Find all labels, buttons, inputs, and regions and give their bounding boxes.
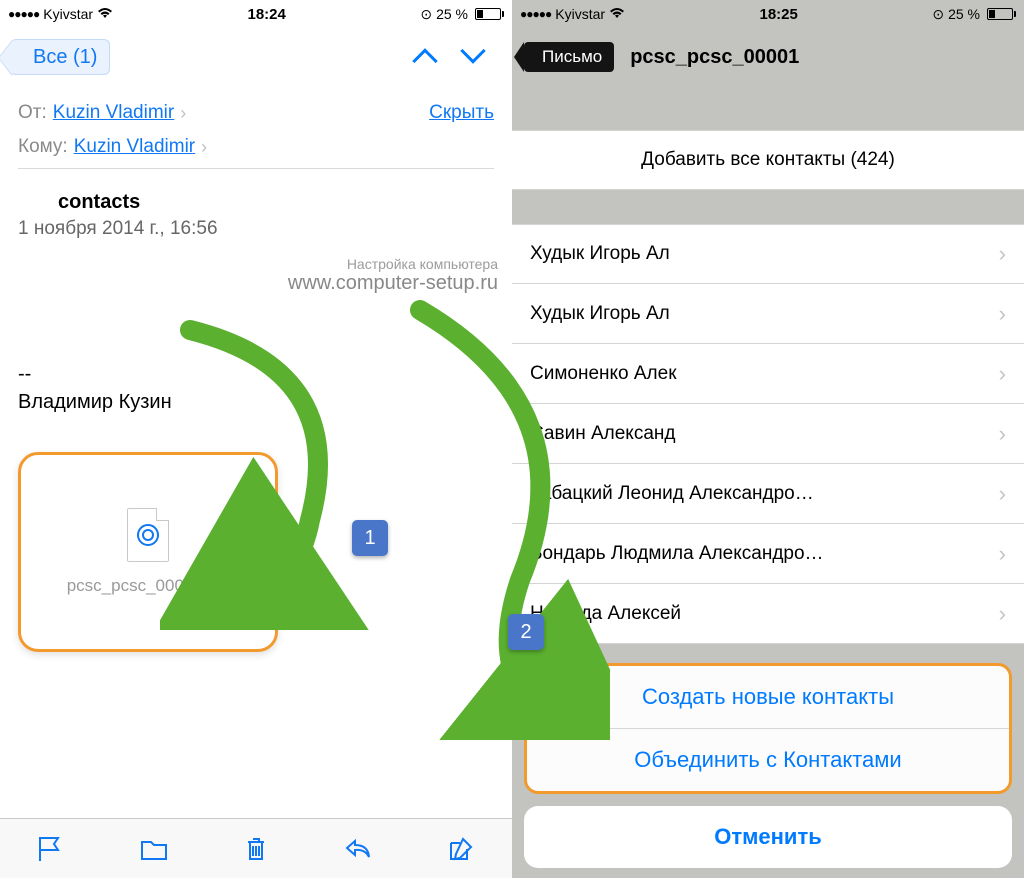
contact-name: Нищида Алексей [530, 603, 681, 625]
mail-body: -- Владимир Кузин [0, 340, 512, 436]
folder-icon[interactable] [139, 835, 169, 863]
to-value[interactable]: Kuzin Vladimir [74, 136, 195, 158]
contact-row[interactable]: Худык Игорь Ал › [512, 284, 1024, 344]
hide-button[interactable]: Скрыть [429, 102, 494, 124]
create-label: Создать новые контакты [642, 684, 894, 710]
contact-name: Симоненко Алек [530, 363, 677, 385]
contact-row[interactable]: Бондарь Людмила Александро… › [512, 524, 1024, 584]
chevron-right-icon: › [999, 421, 1006, 447]
from-value[interactable]: Kuzin Vladimir [53, 102, 174, 124]
nav-bar: Письмо pcsc_pcsc_00001 [512, 28, 1024, 86]
status-bar: ●●●●● Kyivstar 18:24 ⊙ 25 % [0, 0, 512, 28]
add-all-contacts-button[interactable]: Добавить все контакты (424) [512, 130, 1024, 190]
prev-message-button[interactable] [412, 48, 437, 73]
chevron-right-icon: › [180, 103, 186, 124]
chevron-right-icon: › [999, 481, 1006, 507]
contact-name: Бондарь Людмила Александро… [530, 543, 824, 565]
contact-name: Худык Игорь Ал [530, 303, 670, 325]
signature: Владимир Кузин [18, 388, 494, 416]
merge-contacts-button[interactable]: Объединить с Контактами [527, 729, 1009, 791]
cancel-label: Отменить [714, 824, 822, 850]
mail-header: От: Kuzin Vladimir › Скрыть Кому: Kuzin … [0, 86, 512, 187]
flag-icon[interactable] [36, 835, 66, 863]
battery-icon [984, 8, 1016, 20]
status-bar: ●●●●● Kyivstar 18:25 ⊙ 25 % [512, 0, 1024, 28]
attachment-name: pcsc_pcsc_00001.vcf [67, 576, 230, 596]
contact-name: Худык Игорь Ал [530, 243, 670, 265]
contact-row[interactable]: Савин Александ › [512, 404, 1024, 464]
from-label: От: [18, 102, 47, 124]
alarm-icon: ⊙ [420, 6, 432, 23]
action-sheet: Создать новые контакты Объединить с Конт… [524, 663, 1012, 868]
subject-block: contacts 1 ноября 2014 г., 16:56 [0, 187, 512, 250]
trash-icon[interactable] [241, 835, 271, 863]
chevron-right-icon: › [999, 361, 1006, 387]
battery-pct: 25 % [948, 6, 980, 22]
separator-line: -- [18, 360, 494, 388]
step-badge-1: 1 [352, 520, 388, 556]
carrier-label: Kyivstar [43, 6, 93, 22]
to-label: Кому: [18, 136, 68, 158]
subject: contacts [18, 191, 494, 214]
watermark-line1: Настройка компьютера [288, 256, 498, 272]
chevron-right-icon: › [999, 241, 1006, 267]
watermark-line2: www.computer-setup.ru [288, 272, 498, 295]
battery-pct: 25 % [436, 6, 468, 22]
signal-dots-icon: ●●●●● [8, 7, 39, 21]
carrier-label: Kyivstar [555, 6, 605, 22]
add-all-label: Добавить все контакты (424) [641, 149, 895, 171]
contact-name: Табацкий Леонид Александро… [530, 483, 814, 505]
contact-row[interactable]: Худык Игорь Ал › [512, 224, 1024, 284]
reply-icon[interactable] [343, 835, 373, 863]
back-label: Письмо [542, 47, 602, 67]
signal-dots-icon: ●●●●● [520, 7, 551, 21]
back-label: Все (1) [33, 46, 97, 69]
contact-list: Худык Игорь Ал›Худык Игорь Ал›Симоненко … [512, 224, 1024, 644]
cancel-button[interactable]: Отменить [524, 806, 1012, 868]
next-message-button[interactable] [460, 38, 485, 63]
chevron-right-icon: › [999, 601, 1006, 627]
mail-toolbar [0, 818, 512, 878]
battery-icon [472, 8, 504, 20]
contact-icon [137, 524, 159, 546]
status-time: 18:25 [760, 6, 798, 23]
create-new-contacts-button[interactable]: Создать новые контакты [527, 666, 1009, 728]
phone-left: ●●●●● Kyivstar 18:24 ⊙ 25 % Все (1) От: … [0, 0, 512, 878]
chevron-right-icon: › [201, 137, 207, 158]
wifi-icon [97, 6, 113, 22]
alarm-icon: ⊙ [932, 6, 944, 23]
contact-row[interactable]: Симоненко Алек › [512, 344, 1024, 404]
compose-icon[interactable] [446, 835, 476, 863]
status-time: 18:24 [248, 6, 286, 23]
contact-row[interactable]: Нищида Алексей › [512, 584, 1024, 644]
divider [18, 168, 494, 169]
contact-row[interactable]: Табацкий Леонид Александро… › [512, 464, 1024, 524]
merge-label: Объединить с Контактами [634, 747, 901, 773]
wifi-icon [609, 6, 625, 22]
step-badge-2: 2 [508, 614, 544, 650]
back-button[interactable]: Письмо [524, 42, 614, 72]
contact-name: Савин Александ [530, 423, 675, 445]
chevron-right-icon: › [999, 541, 1006, 567]
watermark: Настройка компьютера www.computer-setup.… [288, 256, 498, 295]
chevron-right-icon: › [999, 301, 1006, 327]
action-sheet-group: Создать новые контакты Объединить с Конт… [524, 663, 1012, 794]
phone-right: ●●●●● Kyivstar 18:25 ⊙ 25 % Письмо pcsc_… [512, 0, 1024, 878]
attachment-tile[interactable]: pcsc_pcsc_00001.vcf [18, 452, 278, 652]
mail-date: 1 ноября 2014 г., 16:56 [18, 218, 494, 240]
back-button[interactable]: Все (1) [10, 39, 110, 75]
vcf-file-icon [127, 508, 169, 562]
page-title: pcsc_pcsc_00001 [630, 46, 799, 69]
nav-bar: Все (1) [0, 28, 512, 86]
